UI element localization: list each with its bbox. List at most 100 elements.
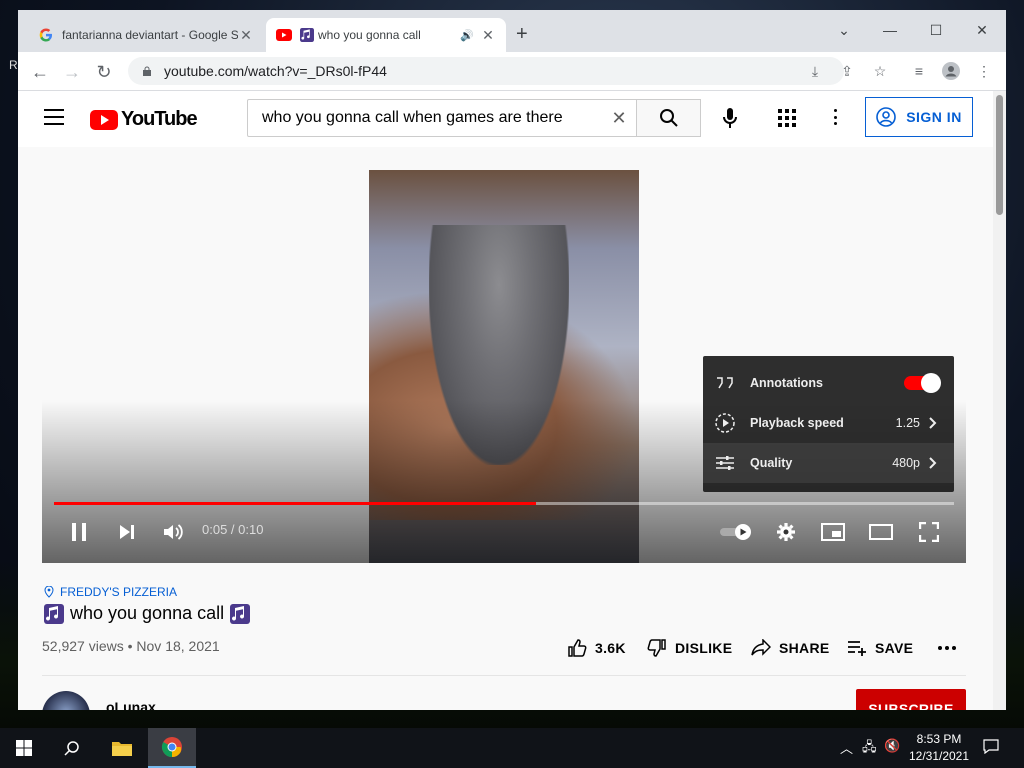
menu-item-value: 480p [892, 456, 920, 470]
close-tab-icon[interactable]: ✕ [480, 27, 496, 44]
annotations-icon [713, 371, 737, 395]
progress-played [54, 502, 536, 505]
menu-item-quality[interactable]: Quality 480p [703, 443, 954, 483]
like-button[interactable]: 3.6K [567, 638, 626, 658]
browser-window: fantarianna deviantart - Google S ✕ who … [18, 10, 1006, 710]
share-icon[interactable]: ⇪ [836, 61, 858, 81]
video-location[interactable]: FREDDY'S PIZZERIA [44, 585, 177, 599]
share-label: SHARE [779, 640, 830, 656]
youtube-logo[interactable]: YouTube [90, 108, 198, 131]
share-button[interactable]: SHARE [751, 638, 830, 658]
settings-button[interactable] [771, 517, 801, 547]
tab-youtube[interactable]: who you gonna call 🔊 ✕ [266, 18, 506, 52]
playback-speed-icon [713, 411, 737, 435]
dislike-button[interactable]: DISLIKE [647, 638, 732, 658]
voice-search-button[interactable] [717, 105, 743, 131]
page-scrollbar[interactable] [993, 91, 1006, 710]
chrome-icon [161, 737, 182, 758]
search-button[interactable] [637, 99, 701, 137]
network-icon[interactable]: 🖧 [862, 738, 877, 760]
microphone-icon [723, 108, 737, 128]
pause-button[interactable] [64, 517, 94, 547]
more-horizontal-icon [938, 646, 956, 650]
location-text: FREDDY'S PIZZERIA [60, 585, 177, 599]
like-count: 3.6K [595, 640, 626, 656]
browser-toolbar: ← → ↻ youtube.com/watch?v=_DRs0l-fP44 ⤓ … [18, 52, 1006, 91]
install-icon[interactable]: ⤓ [804, 61, 826, 81]
apps-grid-icon[interactable] [778, 109, 796, 127]
menu-item-label: Playback speed [750, 416, 844, 430]
address-bar[interactable]: youtube.com/watch?v=_DRs0l-fP44 [128, 57, 844, 85]
video-player[interactable]: Annotations Playback speed 1.25 Quality [42, 170, 966, 563]
back-button[interactable]: ← [26, 58, 54, 86]
save-button[interactable]: SAVE [847, 638, 913, 658]
tab-strip: fantarianna deviantart - Google S ✕ who … [18, 10, 1006, 52]
channel-avatar[interactable] [42, 691, 90, 710]
logo-wordmark: YouTube [121, 108, 198, 130]
tab-google-search[interactable]: fantarianna deviantart - Google S ✕ [28, 18, 264, 52]
close-window-button[interactable]: ✕ [959, 16, 1005, 44]
theater-mode-button[interactable] [866, 517, 896, 547]
dislike-label: DISLIKE [675, 640, 733, 656]
fullscreen-icon [919, 522, 939, 542]
volume-button[interactable] [158, 517, 188, 547]
reload-button[interactable]: ↻ [90, 58, 118, 86]
channel-name[interactable]: oLunax [106, 699, 156, 710]
menu-item-value: 1.25 [895, 416, 920, 430]
start-button[interactable] [0, 728, 48, 768]
url-text: youtube.com/watch?v=_DRs0l-fP44 [164, 63, 387, 79]
theater-mode-icon [869, 524, 893, 540]
subscribe-button[interactable]: SUBSCRIBE [856, 689, 966, 710]
clear-search-icon[interactable]: ✕ [604, 108, 634, 129]
clock-time: 8:53 PM [916, 732, 962, 746]
time-display: 0:05 / 0:10 [202, 522, 264, 537]
progress-bar[interactable] [54, 502, 954, 505]
tab-search-icon[interactable]: ⌄ [821, 16, 867, 44]
menu-item-annotations[interactable]: Annotations [703, 363, 954, 403]
annotations-toggle[interactable] [904, 373, 941, 393]
chrome-taskbar-button[interactable] [148, 728, 196, 768]
video-title: who you gonna call [44, 603, 256, 624]
miniplayer-icon [821, 523, 845, 541]
more-actions-button[interactable] [937, 638, 965, 658]
browser-menu-icon[interactable]: ⋮ [973, 61, 995, 81]
hamburger-menu-icon[interactable] [44, 109, 64, 125]
tab-title: fantarianna deviantart - Google S [62, 28, 238, 42]
tab-audio-icon[interactable]: 🔊 [460, 29, 474, 42]
forward-button[interactable]: → [58, 58, 86, 86]
taskbar-search-button[interactable] [48, 728, 96, 768]
upload-date: Nov 18, 2021 [136, 638, 220, 654]
windows-taskbar: ︿ 🖧 🔇 8:53 PM 12/31/2021 [0, 728, 1024, 768]
settings-more-icon[interactable] [831, 107, 839, 127]
chevron-right-icon [929, 417, 937, 429]
miniplayer-button[interactable] [818, 517, 848, 547]
volume-icon [164, 524, 183, 540]
search-input[interactable] [260, 108, 604, 128]
menu-item-playback-speed[interactable]: Playback speed 1.25 [703, 403, 954, 443]
next-button[interactable] [112, 517, 142, 547]
playlist-add-icon [848, 641, 866, 656]
sign-in-button[interactable]: SIGN IN [865, 97, 973, 137]
save-label: SAVE [875, 640, 914, 656]
music-notes-icon [44, 603, 64, 624]
windows-logo-icon [16, 740, 32, 756]
maximize-button[interactable]: ☐ [913, 16, 959, 44]
folder-icon [112, 742, 132, 756]
bookmark-star-icon[interactable]: ☆ [869, 61, 891, 81]
autoplay-toggle[interactable] [718, 517, 754, 547]
minimize-button[interactable]: — [867, 16, 913, 44]
media-control-icon[interactable]: ≡ [908, 61, 930, 81]
youtube-icon [276, 27, 292, 43]
profile-icon[interactable] [940, 61, 962, 81]
notifications-icon[interactable] [983, 738, 999, 757]
fullscreen-button[interactable] [914, 517, 944, 547]
youtube-play-icon [90, 109, 118, 130]
file-explorer-button[interactable] [98, 728, 146, 768]
pause-icon [72, 523, 86, 541]
scrollbar-thumb[interactable] [996, 95, 1003, 215]
sign-in-label: SIGN IN [906, 109, 962, 125]
tray-chevron-icon[interactable]: ︿ [840, 738, 853, 757]
new-tab-button[interactable]: + [516, 23, 528, 46]
taskbar-clock[interactable]: 8:53 PM 12/31/2021 [898, 731, 980, 765]
close-tab-icon[interactable]: ✕ [238, 27, 254, 44]
